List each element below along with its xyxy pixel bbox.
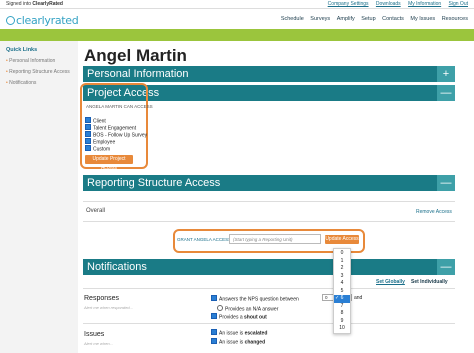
nav-schedule[interactable]: Schedule xyxy=(281,16,304,22)
logo-text: clearlyrated xyxy=(16,14,79,27)
dropdown-option[interactable]: 3 xyxy=(334,273,350,281)
option-text: Answers the NPS question between xyxy=(219,296,299,303)
header-accent-band xyxy=(0,29,474,41)
dropdown-option-label: 6 xyxy=(340,295,344,301)
checkbox-checked-icon xyxy=(85,131,91,137)
nav-surveys[interactable]: Surveys xyxy=(310,16,330,22)
responses-title: Responses xyxy=(84,295,120,302)
overall-access-label: Overall xyxy=(86,208,106,214)
checkbox-checked-icon xyxy=(211,295,217,301)
dropdown-option[interactable]: 1 xyxy=(334,258,350,266)
divider xyxy=(83,288,455,289)
responses-desc: Alert me when responded... xyxy=(84,305,133,310)
option-na-answer[interactable]: Provides an N/A answer xyxy=(217,305,278,313)
option-bold-text: changed xyxy=(244,339,266,346)
checkbox-checked-icon xyxy=(211,338,217,344)
option-issue-escalated[interactable]: An issue is escalated xyxy=(211,329,267,337)
option-text: Provides a xyxy=(219,314,245,321)
collapse-minus-icon[interactable]: — xyxy=(437,175,455,191)
checkbox-checked-icon xyxy=(211,313,217,319)
option-text: An issue is xyxy=(219,339,245,346)
signed-in-account: ClearlyRated xyxy=(32,1,63,7)
utility-links: Company Settings Downloads My Informatio… xyxy=(322,1,468,7)
option-text: An issue is xyxy=(219,330,245,337)
notifications-title: Notifications xyxy=(87,261,147,273)
downloads-link[interactable]: Downloads xyxy=(376,1,401,7)
dropdown-option-selected[interactable]: ✓ 6 xyxy=(334,295,350,303)
nav-setup[interactable]: Setup xyxy=(361,16,375,22)
nav-amplify[interactable]: Amplify xyxy=(337,16,355,22)
checkbox-checked-icon xyxy=(85,138,91,144)
dropdown-option[interactable]: 7 xyxy=(334,303,350,311)
update-access-button[interactable]: Update Access xyxy=(325,235,359,244)
remove-access-link[interactable]: Remove Access xyxy=(416,209,452,215)
reporting-unit-input[interactable]: (Start typing a Reporting Unit) xyxy=(229,234,321,244)
page-title: Angel Martin xyxy=(84,46,187,65)
checkbox-checked-icon xyxy=(85,117,91,123)
tab-set-globally[interactable]: Set Globally xyxy=(376,279,405,285)
dropdown-option[interactable]: 0 xyxy=(334,250,350,258)
option-bold-text: shout out xyxy=(244,314,267,321)
sidebar-item-reporting-structure-access[interactable]: Reporting Structure Access xyxy=(6,69,70,75)
divider xyxy=(83,201,455,202)
dropdown-option[interactable]: 2 xyxy=(334,265,350,273)
dropdown-option[interactable]: 4 xyxy=(334,280,350,288)
main-nav: Schedule Surveys Amplify Setup Contacts … xyxy=(276,16,468,22)
signed-in-prefix: Signed into xyxy=(6,1,33,7)
option-text: Provides an N/A answer xyxy=(225,306,279,313)
clearlyrated-logo[interactable]: clearlyrated xyxy=(6,14,79,27)
sign-out-link[interactable]: Sign Out xyxy=(449,1,468,7)
dropdown-option[interactable]: 10 xyxy=(334,325,350,333)
tab-set-individually[interactable]: Set Individually xyxy=(411,279,448,285)
nav-contacts[interactable]: Contacts xyxy=(382,16,404,22)
update-project-access-button[interactable]: Update Project Access xyxy=(85,155,133,171)
dropdown-option[interactable]: 8 xyxy=(334,310,350,318)
my-information-link[interactable]: My Information xyxy=(408,1,441,7)
checkbox-checked-icon xyxy=(85,124,91,130)
checkbox-label: Custom xyxy=(93,146,111,153)
radio-icon xyxy=(217,305,223,311)
quick-links-title: Quick Links xyxy=(6,47,38,53)
signed-in-text: Signed into ClearlyRated xyxy=(6,1,63,7)
collapse-minus-icon[interactable]: — xyxy=(437,259,455,275)
can-access-label: ANGELA MARTIN CAN ACCESS xyxy=(86,104,153,109)
logo-mark-icon xyxy=(6,16,15,25)
issues-desc: Alert me when... xyxy=(84,341,113,346)
option-and-text: and xyxy=(354,295,363,301)
dropdown-option[interactable]: 9 xyxy=(334,318,350,326)
checkbox-checked-icon xyxy=(211,329,217,335)
dropdown-option[interactable]: 5 xyxy=(334,288,350,296)
company-settings-link[interactable]: Company Settings xyxy=(328,1,369,7)
sidebar-item-personal-information[interactable]: Personal Information xyxy=(6,58,55,64)
nav-resources[interactable]: Resources xyxy=(442,16,468,22)
reporting-structure-header[interactable]: Reporting Structure Access — xyxy=(83,175,455,191)
reporting-structure-title: Reporting Structure Access xyxy=(87,177,221,189)
check-icon: ✓ xyxy=(335,295,340,301)
option-bold-text: escalated xyxy=(244,330,268,337)
divider xyxy=(83,323,455,324)
top-utility-bar: Signed into ClearlyRated Company Setting… xyxy=(0,0,474,9)
personal-information-title: Personal Information xyxy=(87,68,189,80)
option-nps-range[interactable]: Answers the NPS question between xyxy=(211,295,299,303)
sidebar-item-notifications[interactable]: Notifications xyxy=(6,80,36,86)
personal-information-header[interactable]: Personal Information + xyxy=(83,66,455,82)
select-value: 0 xyxy=(325,295,328,300)
option-shout-out[interactable]: Provides a shout out xyxy=(211,313,267,321)
option-issue-changed[interactable]: An issue is changed xyxy=(211,338,265,346)
sidebar: Quick Links Personal Information Reporti… xyxy=(0,41,78,353)
expand-plus-icon[interactable]: + xyxy=(437,66,455,82)
checkbox-checked-icon xyxy=(85,145,91,151)
nps-dropdown-list[interactable]: 0 1 2 3 4 5 ✓ 6 7 8 9 10 xyxy=(333,248,351,334)
collapse-minus-icon[interactable]: — xyxy=(437,85,455,101)
notifications-header[interactable]: Notifications — xyxy=(83,259,455,275)
issues-title: Issues xyxy=(84,331,105,338)
divider xyxy=(83,221,455,222)
nav-my-issues[interactable]: My Issues xyxy=(410,16,435,22)
checkbox-custom[interactable]: Custom xyxy=(85,145,110,153)
